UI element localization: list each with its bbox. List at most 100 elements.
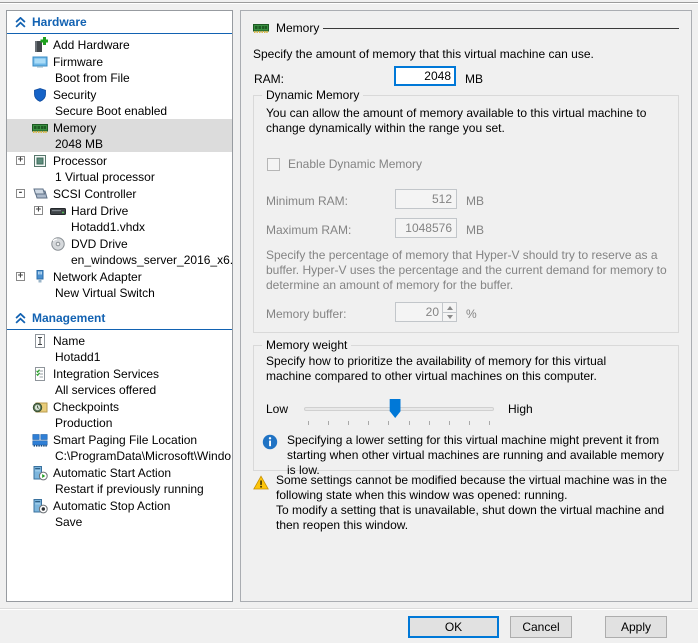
sidebar-item-memory[interactable]: Memory (7, 119, 232, 136)
panel-title-rule (323, 28, 679, 29)
sidebar-item-label: Integration Services (53, 367, 159, 381)
sidebar-item-security[interactable]: Security (7, 86, 232, 103)
sidebar-item-label: Memory (53, 121, 96, 135)
warning-line-2: To modify a setting that is unavailable,… (276, 503, 684, 533)
ok-button[interactable]: OK (408, 616, 499, 638)
sidebar-item-scsi-controller[interactable]: - SCSI Controller (7, 185, 232, 202)
warning-text: Some settings cannot be modified because… (276, 473, 684, 533)
sidebar-item-integration-services[interactable]: Integration Services (7, 365, 232, 382)
memory-buffer-description: Specify the percentage of memory that Hy… (266, 248, 668, 293)
dynamic-memory-group-title: Dynamic Memory (262, 88, 363, 102)
maximum-ram-label: Maximum RAM: (266, 223, 351, 237)
name-icon (32, 333, 48, 349)
sidebar-item-network-adapter[interactable]: + Network Adapter (7, 268, 232, 285)
memory-settings-panel: Memory Specify the amount of memory that… (240, 10, 692, 602)
memory-icon (253, 20, 269, 36)
warning-line-1: Some settings cannot be modified because… (276, 473, 684, 503)
apply-button[interactable]: Apply (605, 616, 667, 638)
sidebar-item-processor[interactable]: + Processor (7, 152, 232, 169)
hard-drive-icon (50, 203, 66, 219)
slider-ticks (308, 421, 490, 425)
memory-buffer-label: Memory buffer: (266, 307, 346, 321)
slider-low-label: Low (266, 402, 288, 416)
enable-dynamic-memory-label: Enable Dynamic Memory (288, 157, 422, 171)
checkpoints-icon (32, 399, 48, 415)
ram-label: RAM: (254, 72, 284, 86)
sidebar-item-label: SCSI Controller (53, 187, 136, 201)
expand-icon[interactable]: + (16, 156, 25, 165)
maximum-ram-input (395, 218, 457, 238)
sidebar-item-label: Add Hardware (53, 38, 130, 52)
sidebar-item-automatic-stop[interactable]: Automatic Stop Action (7, 497, 232, 514)
section-header-hardware[interactable]: Hardware (7, 11, 232, 34)
automatic-start-icon (32, 465, 48, 481)
memory-buffer-unit: % (466, 307, 477, 321)
memory-weight-slider-thumb[interactable] (390, 399, 401, 418)
minimum-ram-input (395, 189, 457, 209)
expand-icon[interactable]: + (34, 206, 43, 215)
sidebar-item-label: Firmware (53, 55, 103, 69)
sidebar-item-memory-value: 2048 MB (7, 136, 232, 152)
spinner-up-icon (442, 303, 456, 312)
sidebar-item-automatic-start[interactable]: Automatic Start Action (7, 464, 232, 481)
expand-icon[interactable]: + (16, 272, 25, 281)
sidebar-item-security-value: Secure Boot enabled (7, 103, 232, 119)
security-shield-icon (32, 87, 48, 103)
sidebar-item-dvd-drive[interactable]: DVD Drive (7, 235, 232, 252)
sidebar-item-name-value: Hotadd1 (7, 349, 232, 365)
collapse-icon[interactable]: - (16, 189, 25, 198)
sidebar-item-smart-paging[interactable]: Smart Paging File Location (7, 431, 232, 448)
memory-weight-description: Specify how to prioritize the availabili… (266, 354, 644, 384)
sidebar-item-firmware-value: Boot from File (7, 70, 232, 86)
ram-unit-label: MB (465, 72, 483, 86)
sidebar-item-network-adapter-value: New Virtual Switch (7, 285, 232, 301)
sidebar-item-add-hardware[interactable]: Add Hardware (7, 36, 232, 53)
enable-dynamic-memory-checkbox (267, 158, 280, 171)
sidebar-item-processor-value: 1 Virtual processor (7, 169, 232, 185)
sidebar-item-automatic-stop-value: Save (7, 514, 232, 530)
minimum-ram-unit: MB (466, 194, 484, 208)
sidebar-item-label: Smart Paging File Location (53, 433, 197, 447)
ram-input[interactable] (394, 66, 456, 86)
sidebar-item-label: Network Adapter (53, 270, 142, 284)
spinner-buttons (442, 303, 456, 321)
scsi-controller-icon (32, 186, 48, 202)
sidebar-item-label: Automatic Stop Action (53, 499, 170, 513)
footer-divider (0, 608, 698, 610)
section-title: Hardware (32, 15, 87, 29)
sidebar-item-label: Processor (53, 154, 107, 168)
sidebar-item-name[interactable]: Name (7, 332, 232, 349)
sidebar-item-label: Security (53, 88, 96, 102)
sidebar-item-hard-drive-value: Hotadd1.vhdx (7, 219, 232, 235)
sidebar-item-checkpoints-value: Production (7, 415, 232, 431)
sidebar-item-checkpoints[interactable]: Checkpoints (7, 398, 232, 415)
memory-weight-info-text: Specifying a lower setting for this virt… (287, 433, 669, 478)
warning-icon (253, 475, 269, 491)
memory-weight-slider[interactable] (304, 399, 494, 418)
sidebar-item-label: Hard Drive (71, 204, 128, 218)
settings-navigation-pane: Hardware Add Hardware Firmware Boot from… (6, 10, 233, 602)
section-header-management[interactable]: Management (7, 307, 232, 330)
sidebar-item-label: Automatic Start Action (53, 466, 171, 480)
memory-weight-group: Memory weight Specify how to prioritize … (253, 345, 679, 471)
add-hardware-icon (32, 37, 48, 53)
sidebar-item-label: Name (53, 334, 85, 348)
window-top-divider (0, 2, 698, 4)
memory-buffer-spinner (395, 302, 457, 322)
firmware-icon (32, 54, 48, 70)
automatic-stop-icon (32, 498, 48, 514)
processor-icon (32, 153, 48, 169)
memory-weight-group-title: Memory weight (262, 338, 351, 352)
sidebar-item-smart-paging-value: C:\ProgramData\Microsoft\Windo... (7, 448, 232, 464)
dynamic-memory-group: Dynamic Memory You can allow the amount … (253, 95, 679, 333)
sidebar-item-firmware[interactable]: Firmware (7, 53, 232, 70)
maximum-ram-unit: MB (466, 223, 484, 237)
collapse-chevron-icon (15, 313, 26, 324)
sidebar-item-automatic-start-value: Restart if previously running (7, 481, 232, 497)
collapse-chevron-icon (15, 17, 26, 28)
network-adapter-icon (32, 269, 48, 285)
cancel-button[interactable]: Cancel (510, 616, 572, 638)
sidebar-item-hard-drive[interactable]: + Hard Drive (7, 202, 232, 219)
dvd-drive-icon (50, 236, 66, 252)
sidebar-item-label: Checkpoints (53, 400, 119, 414)
